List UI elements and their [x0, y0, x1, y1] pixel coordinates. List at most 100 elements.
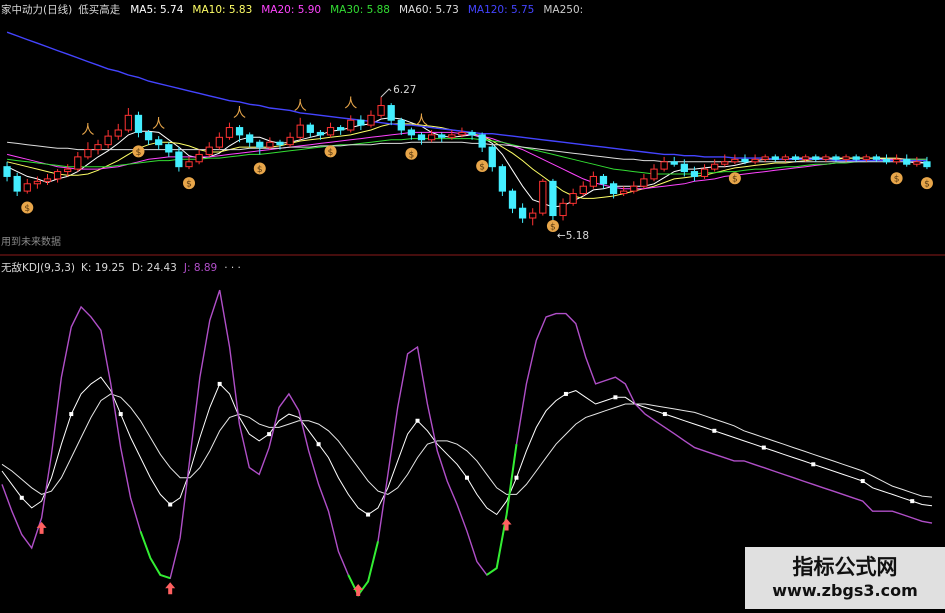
candle-up [124, 114, 132, 131]
candle-down [609, 183, 618, 195]
candle-down [397, 119, 405, 131]
sell-signal-icon: 人 [344, 96, 357, 111]
sell-signal-icon: 人 [415, 113, 428, 128]
candle-down [387, 105, 395, 121]
candle-up [660, 161, 668, 170]
buy-arrow-icon [36, 521, 47, 534]
candle-up [579, 185, 587, 195]
candle-down [791, 156, 800, 160]
candle-down [549, 180, 557, 217]
candle-up [448, 134, 456, 138]
candle-up [64, 168, 72, 173]
candle-up [114, 129, 122, 137]
candle-up [559, 202, 567, 217]
candle-down [155, 139, 163, 146]
money-bag-symbol: $ [257, 165, 263, 175]
kdj-k-marker [217, 381, 222, 386]
price-panel-title: 家中动力(日线) [1, 3, 72, 16]
candle-up [104, 135, 112, 146]
candle-up [377, 105, 385, 116]
candle-down [144, 131, 153, 141]
kdj-k-value: K: 19.25 [81, 262, 125, 274]
chart-canvas: 人人人人人人$$$$$ $$$$ $ $6.27←5.18用到未来数据家中动力(日线)… [0, 3, 945, 597]
ma-line-ma120 [6, 31, 927, 162]
candle-down [882, 158, 891, 163]
candle-up [630, 185, 638, 192]
candle-up [326, 127, 335, 136]
candle-down [13, 175, 21, 192]
candle-down [337, 127, 345, 131]
candle-up [650, 168, 658, 180]
candle-up [296, 124, 304, 138]
candle-down [741, 158, 749, 163]
candle-down [498, 166, 507, 192]
candle-up [74, 156, 82, 170]
candle-down [599, 175, 608, 185]
low-annotation: ←5.18 [557, 230, 589, 242]
candle-up [802, 156, 810, 160]
kdj-k-marker [910, 499, 915, 504]
kdj-k-marker [118, 412, 123, 417]
candle-down [175, 151, 183, 168]
candle-up [195, 153, 203, 163]
candle-up [84, 149, 92, 158]
candle-up [286, 136, 294, 146]
watermark-title: 指标公式网 [792, 555, 898, 579]
kdj-k-marker [860, 479, 865, 484]
candle-down [872, 156, 881, 160]
kdj-k-marker [316, 442, 321, 447]
ma-legend-item: MA250: [543, 4, 583, 16]
candle-down [438, 134, 446, 138]
candle-down [235, 127, 244, 136]
candle-up [620, 190, 628, 195]
kdj-k-marker [19, 495, 24, 500]
candle-down [488, 146, 496, 168]
candle-up [842, 156, 850, 160]
kdj-green-bottom [347, 541, 379, 597]
candle-up [225, 127, 234, 138]
candle-up [640, 178, 648, 187]
price-panel-subtitle: 低买高走 [78, 3, 120, 16]
chart-root: 人人人人人人 $ $ $ $ $ $ $ $ $ $ $6.27 ←5.18 用到未来数据 家中动力(日线)… [0, 0, 945, 609]
money-bag-symbol: $ [24, 204, 30, 214]
candle-up [347, 119, 355, 131]
money-bag-symbol: $ [479, 163, 485, 173]
candle-down [771, 156, 779, 160]
candle-down [903, 158, 911, 165]
candle-up [185, 161, 193, 168]
kdj-j-value: J: 8.89 [183, 262, 217, 274]
ma-legend-item: MA10: 5.83 [192, 4, 252, 16]
buy-arrow-icon [165, 582, 176, 595]
candle-up [892, 158, 901, 163]
kdj-k-marker [366, 512, 371, 517]
candle-up [529, 212, 537, 219]
candle-up [43, 178, 52, 182]
candle-up [367, 114, 375, 126]
kdj-k-marker [267, 432, 272, 437]
candle-down [306, 124, 314, 133]
money-bag-symbol: $ [550, 223, 556, 233]
kdj-line-k [1, 376, 933, 516]
candle-down [812, 156, 820, 160]
candle-down [518, 207, 527, 219]
candle-down [468, 131, 476, 136]
kdj-k-marker [465, 475, 469, 480]
candle-up [23, 183, 31, 192]
candle-down [134, 114, 143, 133]
kdj-trail: · · · [224, 262, 241, 274]
kdj-d-value: D: 24.43 [132, 262, 177, 274]
watermark: 指标公式网 www.zbgs3.com [745, 547, 945, 609]
candle-down [316, 131, 325, 136]
kdj-k-marker [415, 418, 420, 423]
money-bag-symbol: $ [328, 148, 334, 158]
high-annotation-leader [380, 88, 392, 98]
candle-up [862, 156, 870, 160]
money-bag-symbol: $ [894, 175, 900, 185]
candle-up [731, 158, 739, 163]
candle-up [822, 156, 830, 160]
candle-up [205, 146, 213, 155]
candle-down [508, 190, 517, 209]
ma-legend-item: MA60: 5.73 [399, 4, 459, 16]
candle-down [357, 119, 365, 126]
kdj-green-bottom [139, 530, 171, 580]
